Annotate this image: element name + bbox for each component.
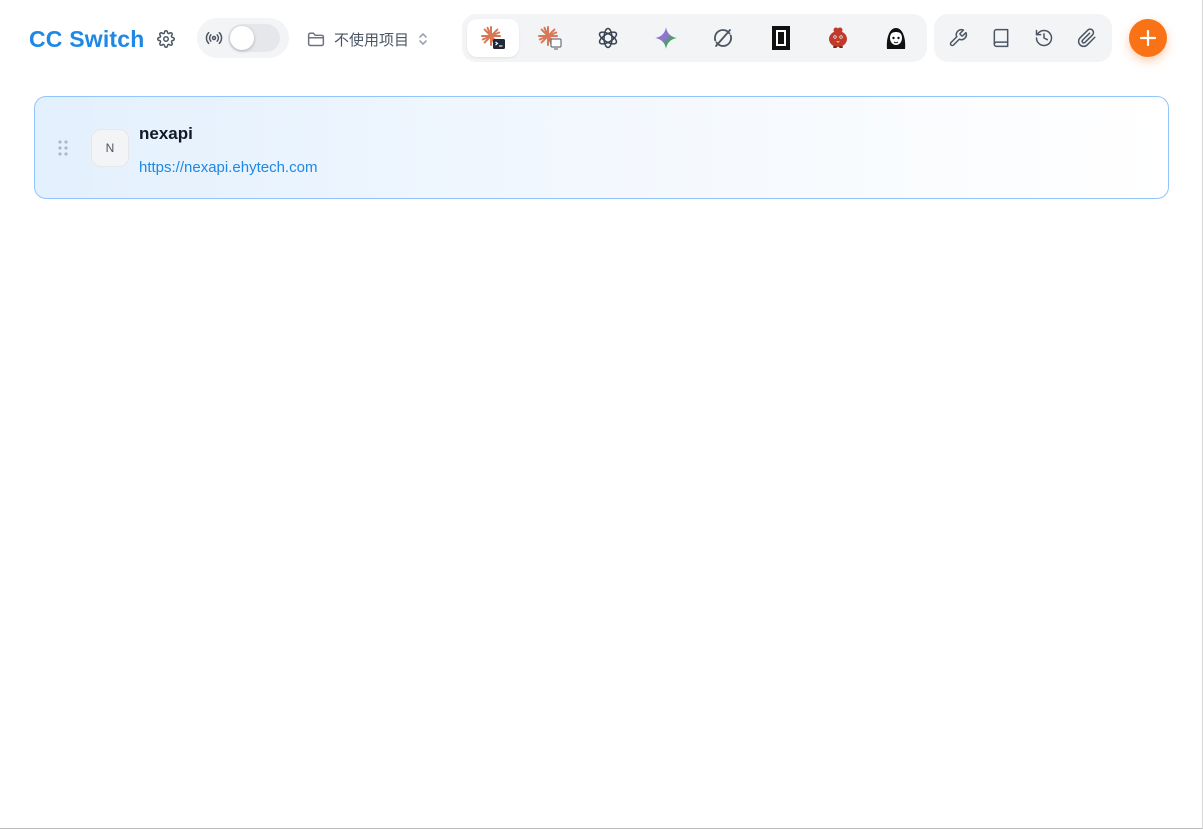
openai-icon [598, 27, 618, 49]
provider-card[interactable]: N nexapi https://nexapi.ehytech.com [34, 96, 1169, 199]
gemini-icon [655, 27, 677, 49]
proxy-control [197, 18, 289, 58]
app-orbit[interactable] [697, 19, 749, 57]
header: CC Switch 不使用项目 [0, 0, 1203, 80]
toggle-knob [230, 26, 254, 50]
provider-url-link[interactable]: https://nexapi.ehytech.com [139, 159, 317, 176]
proxy-toggle[interactable] [228, 24, 280, 52]
claude-desktop-icon [538, 26, 562, 50]
app-avatar-girl[interactable] [870, 19, 922, 57]
broadcast-icon [205, 31, 223, 45]
gear-icon [157, 30, 175, 48]
plus-icon [1139, 29, 1157, 47]
wrench-icon [949, 28, 968, 47]
app-title: CC Switch [29, 26, 145, 52]
history-icon [1035, 29, 1053, 47]
folder-icon [307, 32, 325, 47]
provider-name: nexapi [139, 124, 193, 143]
app-gemini[interactable] [640, 19, 692, 57]
settings-button[interactable] [154, 27, 178, 51]
book-icon [993, 28, 1009, 48]
add-provider-button[interactable] [1129, 19, 1167, 57]
tools-bar [934, 14, 1112, 62]
chevron-up-down-icon [419, 33, 427, 45]
app-switcher [462, 14, 927, 62]
app-openai[interactable] [582, 19, 634, 57]
app-terminal-frame[interactable] [755, 19, 807, 57]
project-select[interactable]: 不使用项目 [306, 26, 446, 52]
app-claude-code[interactable] [467, 19, 519, 57]
app-red-bird[interactable] [812, 19, 864, 57]
provider-avatar: N [91, 129, 129, 167]
app-window: CC Switch 不使用项目 N nexapi https://nexapi.… [0, 0, 1203, 829]
tool-paperclip-button[interactable] [1071, 23, 1103, 53]
red-bird-icon [829, 27, 847, 48]
app-claude-desktop[interactable] [524, 19, 576, 57]
claude-code-terminal-icon [481, 26, 505, 49]
tool-book-button[interactable] [985, 23, 1017, 53]
terminal-frame-icon [772, 26, 790, 50]
avatar-girl-icon [886, 28, 906, 49]
refresh-orbit-icon [714, 29, 732, 47]
project-select-label: 不使用项目 [334, 31, 410, 49]
tool-wrench-button[interactable] [942, 23, 974, 53]
tool-history-button[interactable] [1028, 23, 1060, 53]
drag-handle-icon[interactable] [57, 139, 69, 157]
paperclip-icon [1077, 28, 1096, 48]
